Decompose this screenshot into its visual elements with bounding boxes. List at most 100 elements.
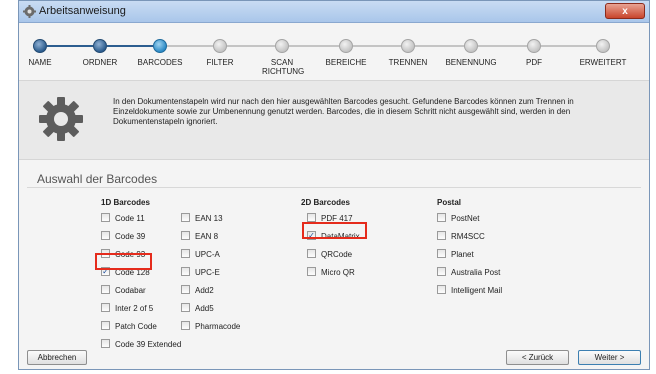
step-indicator-benennung[interactable] — [464, 39, 478, 53]
checkbox-box[interactable] — [101, 303, 110, 313]
gear-icon — [39, 97, 83, 141]
window-title: Arbeitsanweisung — [39, 5, 126, 17]
checkbox-codabar[interactable]: Codabar — [101, 285, 146, 297]
step-indicator-ordner[interactable] — [93, 39, 107, 53]
step-indicator-trennen[interactable] — [401, 39, 415, 53]
checkbox-intelligent-mail[interactable]: Intelligent Mail — [437, 285, 502, 297]
checkbox-qrcode[interactable]: QRCode — [307, 249, 352, 261]
section-divider — [27, 187, 641, 188]
step-label: BENENNUNG — [445, 58, 497, 67]
checkbox-code-39-extended[interactable]: Code 39 Extended — [101, 339, 181, 351]
back-button[interactable]: < Zurück — [506, 350, 569, 365]
checkbox-box[interactable] — [181, 249, 190, 259]
checkbox-label: UPC-E — [195, 268, 220, 277]
step-connector — [167, 45, 213, 47]
checkbox-ean-8[interactable]: EAN 8 — [181, 231, 218, 243]
step-indicator-scan-richtung[interactable] — [275, 39, 289, 53]
next-button[interactable]: Weiter > — [578, 350, 641, 365]
checkbox-box[interactable] — [101, 339, 110, 349]
step-indicator-erweitert[interactable] — [596, 39, 610, 53]
checkbox-box[interactable] — [181, 321, 190, 331]
step-connector — [107, 45, 153, 47]
close-button[interactable]: x — [605, 3, 645, 19]
checkbox-inter-2-of-5[interactable]: Inter 2 of 5 — [101, 303, 153, 315]
checkbox-label: EAN 13 — [195, 214, 223, 223]
step-connector — [227, 45, 275, 47]
checkbox-box[interactable] — [181, 303, 190, 313]
highlight-datamatrix — [302, 222, 367, 239]
checkbox-code-39[interactable]: Code 39 — [101, 231, 145, 243]
checkbox-label: Pharmacode — [195, 322, 241, 331]
checkbox-box[interactable] — [437, 285, 446, 295]
checkbox-box[interactable] — [181, 231, 190, 241]
checkbox-box[interactable] — [307, 267, 316, 277]
checkbox-box[interactable] — [181, 213, 190, 223]
checkbox-australia-post[interactable]: Australia Post — [437, 267, 500, 279]
checkbox-postnet[interactable]: PostNet — [437, 213, 479, 225]
checkbox-label: Code 39 Extended — [115, 340, 182, 349]
checkbox-label: Add2 — [195, 286, 214, 295]
checkbox-label: Code 11 — [115, 214, 145, 223]
checkbox-box[interactable] — [437, 231, 446, 241]
step-connector — [541, 45, 596, 47]
checkbox-label: Codabar — [115, 286, 146, 295]
step-label: ERWEITERT — [579, 58, 627, 67]
group-title-1d: 1D Barcodes — [101, 198, 150, 207]
checkbox-add5[interactable]: Add5 — [181, 303, 214, 315]
checkbox-code-11[interactable]: Code 11 — [101, 213, 145, 225]
step-indicator-name[interactable] — [33, 39, 47, 53]
checkbox-label: Australia Post — [451, 268, 501, 277]
info-text: In den Dokumentenstapeln wird nur nach d… — [113, 97, 574, 126]
checkbox-box[interactable] — [101, 285, 110, 295]
checkbox-add2[interactable]: Add2 — [181, 285, 214, 297]
checkbox-micro-qr[interactable]: Micro QR — [307, 267, 355, 279]
step-indicator-pdf[interactable] — [527, 39, 541, 53]
checkbox-rm4scc[interactable]: RM4SCC — [437, 231, 485, 243]
checkbox-box[interactable] — [101, 231, 110, 241]
checkbox-box[interactable] — [101, 321, 110, 331]
info-panel: In den Dokumentenstapeln wird nur nach d… — [19, 80, 649, 160]
checkbox-box[interactable] — [307, 249, 316, 259]
step-connector — [415, 45, 464, 47]
checkbox-label: PostNet — [451, 214, 480, 223]
checkbox-box[interactable] — [181, 285, 190, 295]
checkbox-patch-code[interactable]: Patch Code — [101, 321, 157, 333]
checkbox-ean-13[interactable]: EAN 13 — [181, 213, 223, 225]
checkbox-label: QRCode — [321, 250, 353, 259]
checkbox-label: Planet — [451, 250, 474, 259]
checkbox-label: Intelligent Mail — [451, 286, 503, 295]
step-label: TRENNEN — [388, 58, 428, 67]
step-connector — [47, 45, 93, 47]
checkbox-box[interactable] — [181, 267, 190, 277]
checkbox-planet[interactable]: Planet — [437, 249, 474, 261]
step-connector — [478, 45, 527, 47]
step-label: FILTER — [206, 58, 234, 67]
checkbox-box[interactable] — [101, 213, 110, 223]
step-label: SCAN RICHTUNG — [262, 58, 305, 76]
checkbox-box[interactable] — [437, 213, 446, 223]
step-connector — [289, 45, 339, 47]
checkbox-pharmacode[interactable]: Pharmacode — [181, 321, 240, 333]
checkbox-box[interactable] — [437, 249, 446, 259]
checkbox-label: Inter 2 of 5 — [115, 304, 154, 313]
checkbox-label: EAN 8 — [195, 232, 219, 241]
checkbox-label: UPC-A — [195, 250, 220, 259]
checkbox-label: Add5 — [195, 304, 214, 313]
step-indicator-bereiche[interactable] — [339, 39, 353, 53]
step-indicator-filter[interactable] — [213, 39, 227, 53]
group-title-postal: Postal — [437, 198, 462, 207]
step-indicator-barcodes[interactable] — [153, 39, 167, 53]
checkbox-upc-e[interactable]: UPC-E — [181, 267, 220, 279]
title-bar: Arbeitsanweisung x — [19, 1, 649, 23]
group-title-2d: 2D Barcodes — [301, 198, 350, 207]
checkbox-box[interactable] — [437, 267, 446, 277]
wizard-window: Arbeitsanweisung x NAME ORDNER BARCODES FIL… — [18, 0, 650, 370]
step-connector — [353, 45, 401, 47]
cancel-button[interactable]: Abbrechen — [27, 350, 87, 365]
step-label: BEREICHE — [325, 58, 367, 67]
checkbox-upc-a[interactable]: UPC-A — [181, 249, 220, 261]
app-icon — [23, 5, 36, 18]
checkbox-label: Code 39 — [115, 232, 146, 241]
checkbox-label: Micro QR — [321, 268, 355, 277]
checkbox-label: Patch Code — [115, 322, 157, 331]
